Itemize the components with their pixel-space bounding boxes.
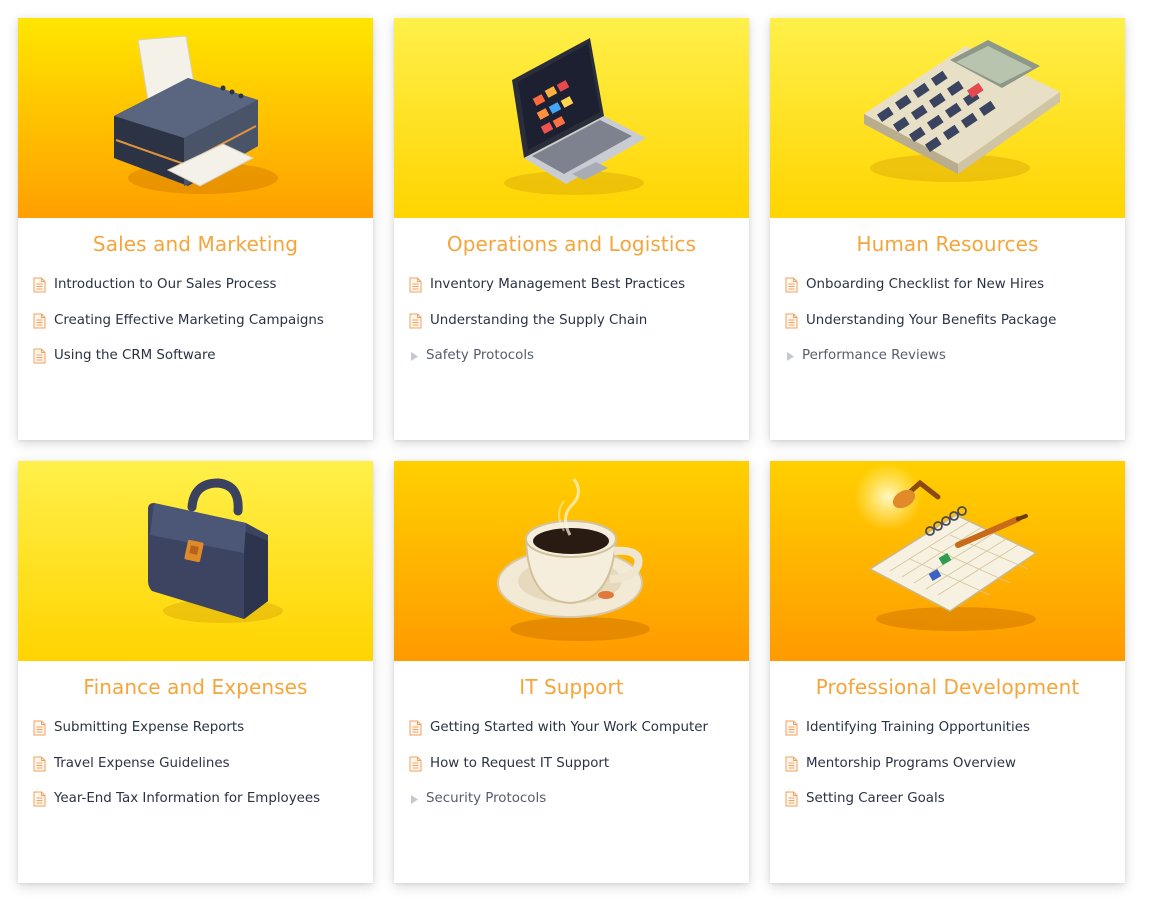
article-link[interactable]: Onboarding Checklist for New Hires (770, 276, 1125, 312)
article-link[interactable]: Year-End Tax Information for Employees (18, 790, 373, 826)
document-icon (785, 756, 798, 772)
article-link[interactable]: Understanding the Supply Chain (394, 312, 749, 348)
document-icon (785, 720, 798, 736)
card-title[interactable]: Finance and Expenses (18, 675, 373, 699)
document-icon (33, 313, 46, 329)
caret-right-icon (409, 790, 419, 808)
document-icon (409, 756, 422, 772)
caret-right-icon (409, 347, 419, 365)
article-link[interactable]: Understanding Your Benefits Package (770, 312, 1125, 348)
document-icon (409, 277, 422, 293)
article-list: Submitting Expense Reports Travel Expens… (18, 719, 373, 826)
article-link[interactable]: How to Request IT Support (394, 755, 749, 791)
article-link[interactable]: Submitting Expense Reports (18, 719, 373, 755)
document-icon (33, 720, 46, 736)
article-link[interactable]: Setting Career Goals (770, 790, 1125, 826)
calculator-illustration (770, 18, 1125, 218)
document-icon (785, 277, 798, 293)
category-card-sales-marketing: Sales and Marketing Introduction to Our … (18, 18, 373, 440)
document-icon (33, 791, 46, 807)
category-card-professional-development: Professional Development Identifying Tra… (770, 461, 1125, 883)
document-icon (33, 348, 46, 364)
card-title[interactable]: Sales and Marketing (18, 232, 373, 256)
card-title[interactable]: IT Support (394, 675, 749, 699)
article-link[interactable]: Identifying Training Opportunities (770, 719, 1125, 755)
document-icon (409, 720, 422, 736)
document-icon (785, 313, 798, 329)
notebook-illustration (770, 461, 1125, 661)
article-link[interactable]: Getting Started with Your Work Computer (394, 719, 749, 755)
article-link[interactable]: Mentorship Programs Overview (770, 755, 1125, 791)
category-card-operations-logistics: Operations and Logistics Inventory Manag… (394, 18, 749, 440)
section-toggle[interactable]: Safety Protocols (394, 347, 749, 383)
coffee-cup-illustration (394, 461, 749, 661)
card-title[interactable]: Operations and Logistics (394, 232, 749, 256)
section-toggle[interactable]: Security Protocols (394, 790, 749, 826)
laptop-illustration (394, 18, 749, 218)
card-title[interactable]: Professional Development (770, 675, 1125, 699)
document-icon (409, 313, 422, 329)
briefcase-illustration (18, 461, 373, 661)
category-card-it-support: IT Support Getting Started with Your Wor… (394, 461, 749, 883)
document-icon (785, 791, 798, 807)
article-link[interactable]: Introduction to Our Sales Process (18, 276, 373, 312)
article-list: Getting Started with Your Work Computer … (394, 719, 749, 826)
category-grid: Sales and Marketing Introduction to Our … (0, 0, 1150, 905)
card-title[interactable]: Human Resources (770, 232, 1125, 256)
article-link[interactable]: Creating Effective Marketing Campaigns (18, 312, 373, 348)
article-list: Inventory Management Best Practices Unde… (394, 276, 749, 383)
article-link[interactable]: Using the CRM Software (18, 347, 373, 383)
article-list: Onboarding Checklist for New Hires Under… (770, 276, 1125, 383)
document-icon (33, 277, 46, 293)
printer-illustration (18, 18, 373, 218)
caret-right-icon (785, 347, 795, 365)
article-list: Identifying Training Opportunities Mento… (770, 719, 1125, 826)
section-toggle[interactable]: Performance Reviews (770, 347, 1125, 383)
document-icon (33, 756, 46, 772)
article-list: Introduction to Our Sales Process Creati… (18, 276, 373, 383)
category-card-finance-expenses: Finance and Expenses Submitting Expense … (18, 461, 373, 883)
article-link[interactable]: Travel Expense Guidelines (18, 755, 373, 791)
article-link[interactable]: Inventory Management Best Practices (394, 276, 749, 312)
category-card-human-resources: Human Resources Onboarding Checklist for… (770, 18, 1125, 440)
